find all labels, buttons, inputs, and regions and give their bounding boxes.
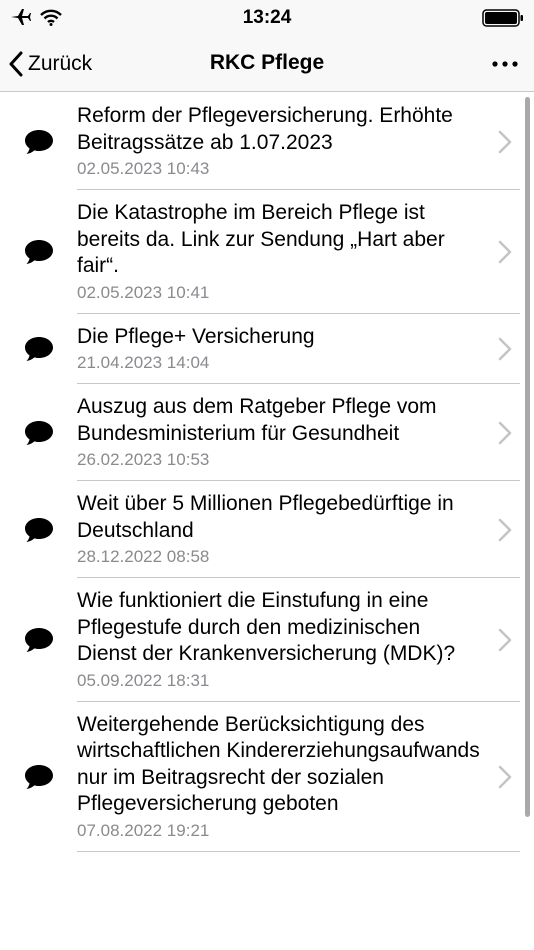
speech-bubble-icon (25, 129, 53, 154)
list-item-text: Auszug aus dem Ratgeber Pflege vom Bunde… (77, 394, 482, 471)
list-item-text: Reform der Pflegeversicherung. Erhöhte B… (77, 103, 482, 180)
list-item-text: Weitergehende Berücksichtigung des wirts… (77, 712, 482, 842)
speech-bubble-icon (25, 420, 53, 445)
list-item[interactable]: Die Pflege+ Versicherung 21.04.2023 14:0… (0, 314, 534, 385)
list-item-date: 28.12.2022 08:58 (77, 547, 210, 566)
more-options-button[interactable] (490, 52, 520, 76)
list-item[interactable]: Weit über 5 Millionen Pflegebedürftige i… (0, 481, 534, 578)
list-item[interactable]: Reform der Pflegeversicherung. Erhöhte B… (0, 93, 534, 190)
list-item[interactable]: Auszug aus dem Ratgeber Pflege vom Bunde… (0, 384, 534, 481)
chevron-right-icon (498, 130, 512, 153)
status-bar: 13:24 (0, 0, 534, 36)
list-item-text: Die Pflege+ Versicherung 21.04.2023 14:0… (77, 324, 315, 375)
list-item-date: 02.05.2023 10:43 (77, 159, 210, 178)
list-item[interactable]: Die Katastrophe im Bereich Pflege ist be… (0, 190, 534, 314)
list-item-date: 05.09.2022 18:31 (77, 670, 210, 690)
list-item-text: Wie funktioniert die Einstufung in eine … (77, 588, 482, 692)
chevron-right-icon (498, 337, 512, 360)
speech-bubble-icon (25, 627, 53, 652)
chevron-right-icon (498, 765, 512, 788)
scrollbar[interactable] (525, 97, 530, 817)
list-item-title: Die Katastrophe im Bereich Pflege ist be… (77, 201, 445, 277)
list-item-title: Wie funktioniert die Einstufung in eine … (77, 589, 456, 665)
list-item-text: Die Katastrophe im Bereich Pflege ist be… (77, 200, 482, 304)
list-item-title: Reform der Pflegeversicherung. Erhöhte B… (77, 104, 453, 154)
list-item-date: 26.02.2023 10:53 (77, 450, 210, 469)
list-item[interactable]: Weitergehende Berücksichtigung des wirts… (0, 702, 534, 852)
list-item-title: Die Pflege+ Versicherung (77, 324, 315, 348)
list-item-date: 21.04.2023 14:04 (77, 353, 210, 372)
list-item-date: 02.05.2023 10:41 (77, 282, 210, 302)
speech-bubble-icon (25, 336, 53, 361)
list-item-title: Weit über 5 Millionen Pflegebedürftige i… (77, 492, 454, 542)
speech-bubble-icon (25, 764, 53, 789)
chevron-right-icon (498, 518, 512, 541)
status-time: 13:24 (242, 7, 292, 28)
chevron-right-icon (498, 628, 512, 651)
chevron-right-icon (498, 240, 512, 263)
ellipsis-icon (492, 61, 518, 67)
list-item-date: 07.08.2022 19:21 (77, 820, 210, 840)
speech-bubble-icon (25, 239, 53, 264)
chevron-right-icon (498, 421, 512, 444)
list-item[interactable]: Wie funktioniert die Einstufung in eine … (0, 578, 534, 702)
list-item-text: Weit über 5 Millionen Pflegebedürftige i… (77, 491, 482, 568)
list-item-title: Weitergehende Berücksichtigung des wirts… (77, 712, 480, 816)
navigation-bar: Zurück RKC Pflege (0, 36, 534, 92)
battery-icon (482, 9, 524, 32)
page-title: RKC Pflege (209, 51, 325, 74)
list-item-title: Auszug aus dem Ratgeber Pflege vom Bunde… (77, 395, 437, 445)
news-list[interactable]: Reform der Pflegeversicherung. Erhöhte B… (0, 93, 534, 950)
speech-bubble-icon (25, 517, 53, 542)
